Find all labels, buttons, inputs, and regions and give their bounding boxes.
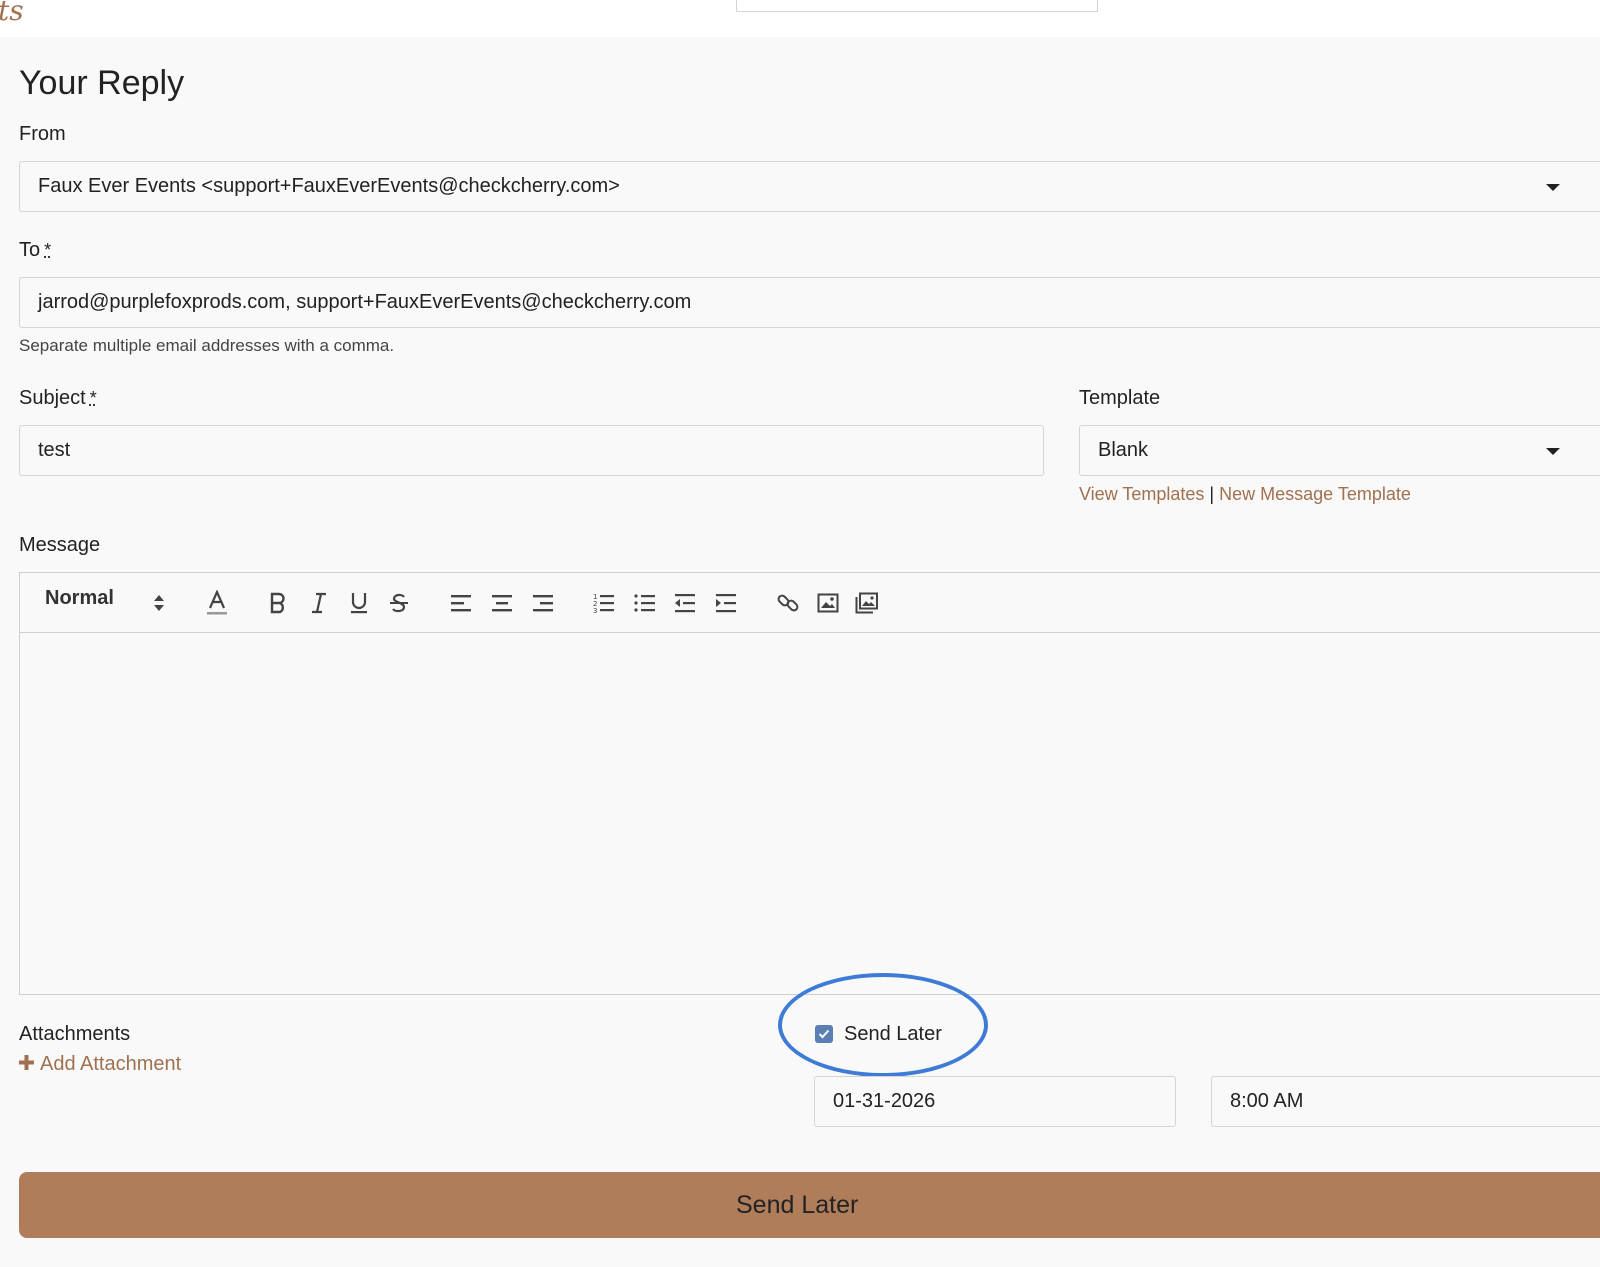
subject-label: Subject * (19, 387, 97, 410)
caret-down-icon (1546, 448, 1560, 455)
subject-input-value: test (38, 439, 71, 461)
send-time-input[interactable]: 8:00 AM (1211, 1076, 1600, 1127)
link-icon[interactable] (776, 589, 800, 617)
view-templates-link[interactable]: View Templates (1079, 484, 1204, 504)
attachments-label: Attachments (19, 1023, 131, 1045)
bullet-list-icon[interactable] (633, 589, 657, 617)
svg-text:3: 3 (593, 607, 597, 614)
send-date-input[interactable]: 01-31-2026 (814, 1076, 1176, 1127)
highlight-annotation-oval (778, 973, 988, 1077)
top-header-strip: ts (0, 0, 1600, 37)
to-label-text: To (19, 239, 41, 261)
italic-icon[interactable] (307, 589, 331, 617)
required-marker: * (89, 388, 97, 408)
template-label: Template (1079, 387, 1161, 409)
send-time-value: 8:00 AM (1230, 1090, 1304, 1112)
to-input-value: jarrod@purplefoxprods.com, support+FauxE… (38, 291, 692, 313)
text-style-select[interactable]: Normal (45, 587, 114, 610)
from-select[interactable]: Faux Ever Events <support+FauxEverEvents… (19, 161, 1600, 212)
updown-arrows-icon (153, 593, 165, 618)
align-center-icon[interactable] (490, 589, 514, 617)
message-body[interactable] (20, 633, 1600, 994)
gallery-icon[interactable] (855, 589, 879, 617)
send-later-button[interactable]: Send Later (19, 1172, 1600, 1238)
bold-icon[interactable] (266, 589, 290, 617)
outdent-icon[interactable] (673, 589, 697, 617)
ordered-list-icon[interactable]: 123 (592, 589, 616, 617)
new-message-template-link[interactable]: New Message Template (1219, 484, 1411, 504)
align-left-icon[interactable] (449, 589, 473, 617)
brand-logo-fragment: ts (0, 0, 24, 27)
add-attachment-link[interactable]: Add Attachment (19, 1053, 181, 1076)
indent-icon[interactable] (714, 589, 738, 617)
to-input[interactable]: jarrod@purplefoxprods.com, support+FauxE… (19, 277, 1600, 328)
add-attachment-label: Add Attachment (40, 1053, 182, 1075)
link-separator: | (1209, 484, 1215, 504)
strike-icon[interactable] (387, 589, 411, 617)
template-links: View Templates | New Message Template (1079, 484, 1411, 505)
editor-toolbar: Normal 123 (20, 573, 1600, 633)
message-label: Message (19, 534, 101, 556)
align-right-icon[interactable] (531, 589, 555, 617)
send-date-value: 01-31-2026 (833, 1090, 936, 1112)
template-select[interactable]: Blank (1079, 425, 1600, 476)
to-label: To * (19, 239, 51, 262)
text-color-icon[interactable] (204, 589, 230, 617)
header-search-field[interactable] (736, 0, 1098, 12)
underline-icon[interactable] (347, 589, 371, 617)
message-editor: Normal 123 (19, 572, 1600, 995)
from-label: From (19, 123, 66, 145)
image-icon[interactable] (816, 589, 840, 617)
subject-input[interactable]: test (19, 425, 1044, 476)
subject-label-text: Subject (19, 387, 86, 409)
from-select-value: Faux Ever Events <support+FauxEverEvents… (38, 175, 620, 197)
required-marker: * (44, 240, 52, 260)
plus-icon (19, 1054, 34, 1075)
page-title: Your Reply (19, 64, 185, 102)
template-select-value: Blank (1098, 439, 1149, 461)
caret-down-icon (1546, 184, 1560, 191)
to-help-text: Separate multiple email addresses with a… (19, 336, 395, 355)
